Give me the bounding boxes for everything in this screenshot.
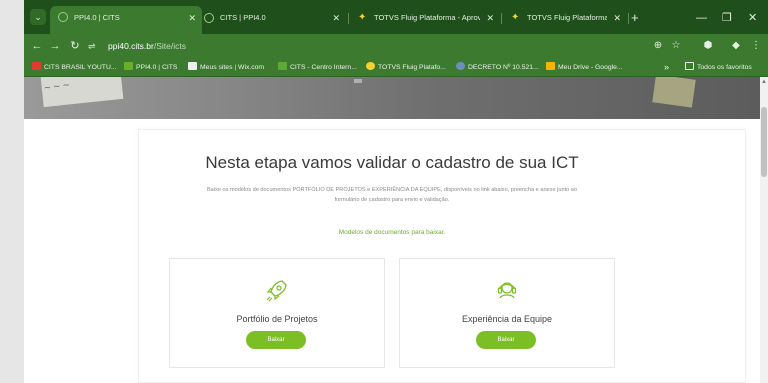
globe-icon bbox=[204, 13, 214, 23]
tab-title: TOTVS Fluig Plataforma - Aprov bbox=[374, 13, 480, 22]
new-tab-button[interactable]: + bbox=[631, 7, 639, 29]
extensions-icon[interactable]: ⬢ bbox=[700, 37, 716, 55]
tab-separator bbox=[628, 13, 629, 24]
close-icon[interactable]: ✕ bbox=[332, 7, 340, 29]
card-title: Portfólio de Projetos bbox=[236, 314, 318, 324]
document-icon bbox=[456, 62, 465, 70]
hero-banner-image: ~ ~ ~ bbox=[24, 77, 760, 119]
page-description: Baixe os modelos de documentos PORTFÓLIO… bbox=[164, 185, 620, 205]
forward-icon[interactable]: → bbox=[46, 37, 64, 55]
close-icon[interactable]: ✕ bbox=[613, 7, 621, 29]
bookmark-label: DECRETO Nº 10.521... bbox=[468, 64, 539, 71]
bookmark-drive[interactable]: Meu Drive - Google... bbox=[546, 58, 623, 77]
tab-search-button[interactable]: ⌄ bbox=[30, 9, 46, 25]
bookmark-label: CITS BRASIL YOUTU... bbox=[44, 64, 117, 71]
bookmark-decreto[interactable]: DECRETO Nº 10.521... bbox=[456, 58, 539, 77]
bookmark-label: Todos os favoritos bbox=[697, 64, 752, 71]
hero-sticky-note bbox=[652, 77, 696, 108]
menu-icon[interactable]: ⋮ bbox=[748, 37, 764, 55]
site-info-icon[interactable]: ⇌ bbox=[88, 37, 96, 55]
scroll-up-icon[interactable]: ▲ bbox=[761, 79, 767, 85]
folder-icon bbox=[685, 62, 694, 70]
all-bookmarks-folder[interactable]: Todos os favoritos bbox=[685, 58, 752, 77]
address-host: ppi40.cits.br bbox=[108, 41, 154, 51]
tab-fluig-movi[interactable]: ✦ TOTVS Fluig Plataforma - Movi ✕ bbox=[503, 7, 627, 29]
page-title: Nesta etapa vamos validar o cadastro de … bbox=[205, 153, 579, 172]
cits-icon bbox=[278, 62, 287, 70]
browser-toolbar: ← → ↻ ⇌ ppi40.cits.br/Site/icts ⊕ ☆ ⬢ ◆ … bbox=[24, 34, 768, 58]
rocket-icon bbox=[170, 277, 384, 303]
headset-icon bbox=[400, 277, 614, 303]
wix-icon bbox=[188, 62, 197, 70]
tab-title: CITS | PPI4.0 bbox=[220, 13, 266, 22]
address-bar[interactable]: ⇌ ppi40.cits.br/Site/icts bbox=[88, 37, 668, 55]
bookmarks-overflow-button[interactable]: » bbox=[664, 58, 669, 77]
description-line: formulário de cadastro para envio e vali… bbox=[334, 197, 450, 203]
bookmark-star-icon[interactable]: ☆ bbox=[668, 37, 684, 55]
tab-strip: ⌄ PPI4.0 | CITS ✕ CITS | PPI4.0 ✕ ✦ TOTV… bbox=[24, 0, 768, 38]
fluig-icon: ✦ bbox=[511, 12, 520, 23]
tab-separator bbox=[501, 13, 502, 24]
card-experiencia-equipe: Experiência da Equipe Baixar bbox=[399, 258, 615, 368]
address-path: /Site/icts bbox=[153, 41, 186, 51]
tab-title: PPI4.0 | CITS bbox=[74, 13, 120, 22]
page-scrollbar[interactable]: ▲ bbox=[760, 77, 768, 383]
cits-icon bbox=[124, 62, 133, 70]
profile-icon[interactable]: ◆ bbox=[728, 37, 744, 55]
zoom-icon[interactable]: ⊕ bbox=[650, 37, 666, 55]
bookmark-ppi40-cits[interactable]: PPI4.0 | CITS bbox=[124, 58, 177, 77]
close-icon[interactable]: ✕ bbox=[188, 6, 196, 30]
browser-window: ⌄ PPI4.0 | CITS ✕ CITS | PPI4.0 ✕ ✦ TOTV… bbox=[24, 0, 768, 383]
youtube-icon bbox=[32, 62, 41, 70]
bookmark-cits-centro[interactable]: CITS - Centro Intern... bbox=[278, 58, 357, 77]
google-drive-icon bbox=[546, 62, 555, 70]
fluig-icon: ✦ bbox=[358, 12, 367, 23]
bookmark-fluig[interactable]: TOTVS Fluig Platafo... bbox=[366, 58, 446, 77]
scrollbar-thumb[interactable] bbox=[761, 107, 767, 177]
bookmark-label: Meu Drive - Google... bbox=[558, 64, 623, 71]
globe-icon bbox=[58, 12, 68, 22]
bookmark-label: TOTVS Fluig Platafo... bbox=[378, 64, 446, 71]
back-icon[interactable]: ← bbox=[28, 37, 46, 55]
download-experiencia-button[interactable]: Baixar bbox=[476, 331, 536, 349]
tab-separator bbox=[348, 13, 349, 24]
bookmark-wix[interactable]: Meus sites | Wix.com bbox=[188, 58, 264, 77]
bookmarks-bar: CITS BRASIL YOUTU... PPI4.0 | CITS Meus … bbox=[24, 58, 768, 77]
desktop-margin bbox=[0, 0, 24, 383]
close-window-icon[interactable]: ✕ bbox=[748, 7, 757, 29]
maximize-icon[interactable]: ❐ bbox=[722, 7, 732, 29]
card-portfolio-projetos: Portfólio de Projetos Baixar bbox=[169, 258, 385, 368]
tab-fluig-aprov[interactable]: ✦ TOTVS Fluig Plataforma - Aprov ✕ bbox=[350, 7, 500, 29]
card-title: Experiência da Equipe bbox=[461, 314, 553, 324]
bookmark-cits-youtube[interactable]: CITS BRASIL YOUTU... bbox=[32, 58, 117, 77]
hero-handle bbox=[354, 79, 362, 83]
tab-title: TOTVS Fluig Plataforma - Movi bbox=[527, 13, 607, 22]
tab-cits-ppi40[interactable]: CITS | PPI4.0 ✕ bbox=[196, 7, 346, 29]
fluig-icon bbox=[366, 62, 375, 70]
close-icon[interactable]: ✕ bbox=[486, 7, 494, 29]
bookmark-label: PPI4.0 | CITS bbox=[136, 64, 178, 71]
download-portfolio-button[interactable]: Baixar bbox=[246, 331, 306, 349]
bookmark-label: Meus sites | Wix.com bbox=[200, 64, 265, 71]
page-viewport: ~ ~ ~ Nesta etapa vamos validar o cadast… bbox=[24, 77, 760, 383]
bookmark-label: CITS - Centro Intern... bbox=[290, 64, 357, 71]
minimize-icon[interactable]: — bbox=[696, 7, 707, 29]
models-link[interactable]: Modelos de documentos para baixar. bbox=[24, 229, 760, 236]
reload-icon[interactable]: ↻ bbox=[66, 37, 84, 55]
description-line: Baixe os modelos de documentos PORTFÓLIO… bbox=[206, 187, 578, 193]
tab-ppi40-cits[interactable]: PPI4.0 | CITS ✕ bbox=[50, 6, 202, 34]
